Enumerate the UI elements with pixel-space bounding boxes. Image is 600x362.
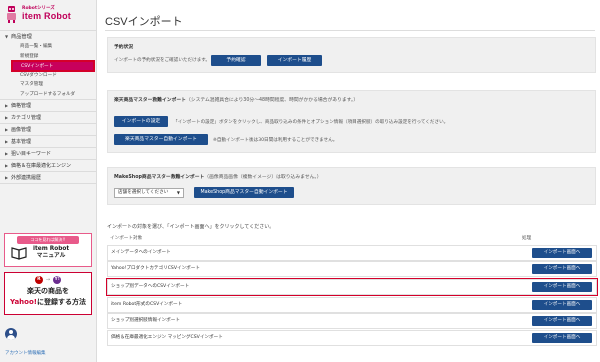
yahoo-badge-icon: Y! [53,276,62,284]
import-screen-button[interactable]: インポート画面へ [532,264,592,274]
row-label: ショップ別データへのCSVインポート [111,284,190,289]
sidebar-subitem-master[interactable]: マスタ管理 [0,80,96,90]
sidebar-item-external[interactable]: ▶ 外部連携履歴 [0,172,96,183]
col-header-action: 処理 [522,236,532,241]
sidebar: Robotシリーズ item Robot ▼ 商品管理 商品一覧・編集 新規登録 … [0,0,97,362]
manual-banner-line2: マニュアル [36,253,66,259]
sidebar-item-products[interactable]: ▼ 商品管理 [0,31,96,42]
table-row: ショップ別選択肢情報インポート インポート画面へ [107,313,597,329]
chevron-down-icon: ▼ [176,190,180,195]
reserve-panel-title: 予約状況 [114,45,134,50]
shop-select-value: 店舗を選択してください [118,190,169,195]
title-divider [105,30,595,31]
col-header-target: インポート対象 [110,236,143,241]
table-row: item Robot形式のCSVインポート インポート画面へ [107,297,597,313]
table-row: メインデータへのインポート インポート画面へ [107,245,597,261]
yahoo-guide-banner[interactable]: R → Y! 楽天の商品を Yahoo!に登録する方法 [4,272,92,315]
rakuten-auto-import-note: ※自動インポート後は30日間は利用することができません。 [213,138,338,143]
row-label: ショップ別選択肢情報インポート [111,318,180,323]
import-settings-text: 「インポートの設定」ボタンをクリックし、商品取り込みの条件とオプション情報（項目… [173,120,449,125]
rakuten-auto-import-button[interactable]: 楽天商品マスター自動インポート [114,134,208,145]
manual-banner-tag: ココを見れば解決!! [17,236,79,244]
sidebar-item-optimizer[interactable]: ▶ 価格＆在庫最適化エンジン [0,160,96,171]
sidebar-subitem-product-list[interactable]: 商品一覧・編集 [0,42,96,52]
page-title: CSVインポート [105,16,183,28]
import-screen-button[interactable]: インポート画面へ [532,248,592,258]
import-history-button[interactable]: インポート履歴 [267,55,322,66]
row-label: 価格＆在庫最適化エンジン マッピングCSVインポート [111,335,223,340]
row-label: Yahoo!プロダクトカテゴリCSVインポート [111,266,200,271]
sidebar-item-category[interactable]: ▶ カテゴリ管理 [0,112,96,123]
sidebar-subitem-upload-folder[interactable]: アップロードするフォルダ [0,90,96,100]
account-edit-link[interactable]: アカウント情報編集 [5,350,46,356]
sidebar-subitem-csv-download[interactable]: CSVダウンロード [0,71,96,81]
makeshop-import-panel: MakeShop商品マスター救難インポート（画像商品画像（複数イメージ）は取り込… [107,167,596,205]
makeshop-panel-title: MakeShop商品マスター救難インポート [114,175,205,180]
sidebar-item-keywords[interactable]: ▶ 狙い目キーワード [0,148,96,159]
logo[interactable]: Robotシリーズ item Robot [0,0,96,30]
sidebar-item-image[interactable]: ▶ 画像管理 [0,124,96,135]
sidebar-item-price[interactable]: ▶ 価格管理 [0,100,96,111]
book-icon [11,247,27,260]
robot-logo-icon [7,6,16,23]
table-row-highlighted: ショップ別データへのCSVインポート インポート画面へ [106,278,598,296]
reserve-confirm-button[interactable]: 予約確認 [211,55,261,66]
import-settings-button[interactable]: インポートの設定 [114,116,168,127]
row-label: item Robot形式のCSVインポート [111,302,183,307]
sidebar-subitem-csv-import[interactable]: CSVインポート [11,60,95,72]
yahoo-guide-line2: に登録する方法 [36,298,86,306]
reserve-panel-text: インポートの予約状況をご確認いただけます。 [114,58,211,63]
import-target-table: インポート対象 処理 メインデータへのインポート インポート画面へ Yahoo!… [106,234,598,354]
table-row: 価格＆在庫最適化エンジン マッピングCSVインポート インポート画面へ [107,330,597,346]
rakuten-badge-icon: R [34,276,43,284]
import-screen-button[interactable]: インポート画面へ [532,282,592,292]
import-screen-button[interactable]: インポート画面へ [532,300,592,310]
makeshop-panel-note: （画像商品画像（複数イメージ）は取り込みません。） [204,175,322,180]
reserve-panel: 予約状況 インポートの予約状況をご確認いただけます。 予約確認 インポート履歴 [107,37,596,73]
logo-name: item Robot [22,11,71,21]
account-section: アカウント情報編集 [0,322,96,362]
makeshop-auto-import-button[interactable]: MakeShop商品マスター自動インポート [194,187,294,198]
rakuten-panel-note: （システム混雑具合により30分〜48時間程度、時間がかかる場合があります。） [185,98,359,103]
table-header: インポート対象 処理 [107,234,597,244]
sidebar-subitem-new[interactable]: 新規登録 [0,52,96,62]
rakuten-panel-title: 楽天商品マスター救難インポート [114,98,186,103]
table-row: Yahoo!プロダクトカテゴリCSVインポート インポート画面へ [107,261,597,277]
import-screen-button[interactable]: インポート画面へ [532,316,592,326]
main-content: CSVインポート 予約状況 インポートの予約状況をご確認いただけます。 予約確認… [97,0,600,362]
manual-banner[interactable]: ココを見れば解決!! item Robot マニュアル [4,233,92,267]
nav-group-products: ▼ 商品管理 商品一覧・編集 新規登録 CSVインポート CSVダウンロード マス… [0,30,96,99]
yahoo-guide-brand: Yahoo! [10,298,37,306]
avatar[interactable] [5,328,17,340]
rakuten-import-panel: 楽天商品マスター救難インポート（システム混雑具合により30分〜48時間程度、時間… [107,90,596,153]
import-screen-button[interactable]: インポート画面へ [532,333,592,343]
row-label: メインデータへのインポート [111,250,171,255]
arrow-right-icon: → [45,277,51,283]
import-intro-text: インポートの対象を選び、「インポート画面へ」をクリックしてください。 [107,224,275,230]
manual-banner-line1: item Robot [33,246,70,252]
yahoo-guide-line1: 楽天の商品を [27,287,69,295]
sidebar-item-basic[interactable]: ▶ 基本管理 [0,136,96,147]
shop-select[interactable]: 店舗を選択してください ▼ [114,188,184,198]
